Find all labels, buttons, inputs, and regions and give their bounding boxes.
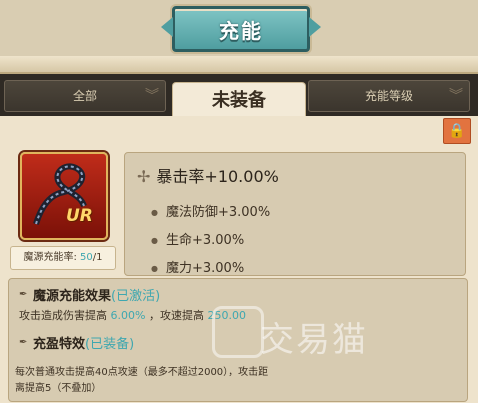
- quill-icon: ✒: [19, 337, 28, 348]
- charge-rate-current: 50: [80, 252, 93, 263]
- tab-all-label: 全部: [72, 89, 97, 103]
- special-effect-line-1: 每次普通攻击提高40点攻速（最多不超过2000），攻击距: [15, 367, 269, 378]
- charge-desc-mid: ，攻速提高: [148, 309, 204, 322]
- charge-effect-title: 魔源充能效果(已激活): [33, 285, 160, 304]
- special-effect-tag: (已装备): [85, 337, 135, 352]
- item-icon-frame[interactable]: UR: [20, 152, 108, 240]
- special-effect-title: 充盈特效(已装备): [33, 333, 134, 352]
- quill-icon: ✒: [19, 289, 28, 300]
- title-banner: 充能: [161, 6, 321, 52]
- stats-box: ✢ 暴击率+10.00% 魔法防御+3.00% 生命+3.00% 魔力+3.00%: [124, 152, 466, 276]
- special-effect-line-2: 离提高5（不叠加）: [15, 383, 102, 394]
- sub-stat-magic-defense: 魔法防御+3.00%: [151, 201, 270, 220]
- cross-icon: ✢: [137, 167, 151, 186]
- watermark: 交易猫: [260, 320, 368, 360]
- tab-charge-level[interactable]: 充能等级 ︾: [308, 80, 470, 112]
- charge-rate-total: /1: [92, 252, 103, 263]
- chevron-down-icon: ︾: [449, 88, 463, 104]
- tab-charge-level-label: 充能等级: [364, 89, 413, 103]
- page-title: 充能: [219, 19, 263, 43]
- special-effect-title-text: 充盈特效: [33, 337, 86, 352]
- charge-effect-title-text: 魔源充能效果: [33, 289, 112, 304]
- charge-rate-label: 魔源充能率:: [23, 252, 77, 263]
- charge-effect-tag: (已激活): [111, 289, 161, 304]
- main-stat: ✢ 暴击率+10.00%: [137, 163, 279, 187]
- lock-icon: 🔒: [448, 123, 466, 139]
- lock-button[interactable]: 🔒: [443, 118, 471, 144]
- chevron-down-icon: ︾: [145, 88, 159, 104]
- main-stat-text: 暴击率+10.00%: [156, 167, 279, 186]
- watermark-cat-icon: [212, 306, 264, 358]
- charge-rate: 魔源充能率: 50/1: [10, 246, 116, 270]
- tab-unequipped[interactable]: 未装备: [172, 82, 306, 119]
- rarity-badge: UR: [66, 206, 93, 226]
- charge-desc-value-1: 6.00%: [110, 309, 146, 322]
- tab-all[interactable]: 全部 ︾: [4, 80, 166, 112]
- charge-desc-prefix: 攻击造成伤害提高: [19, 309, 107, 322]
- sub-stat-hp: 生命+3.00%: [151, 229, 244, 248]
- sub-stat-magic: 魔力+3.00%: [151, 257, 244, 275]
- top-strip: [0, 56, 478, 74]
